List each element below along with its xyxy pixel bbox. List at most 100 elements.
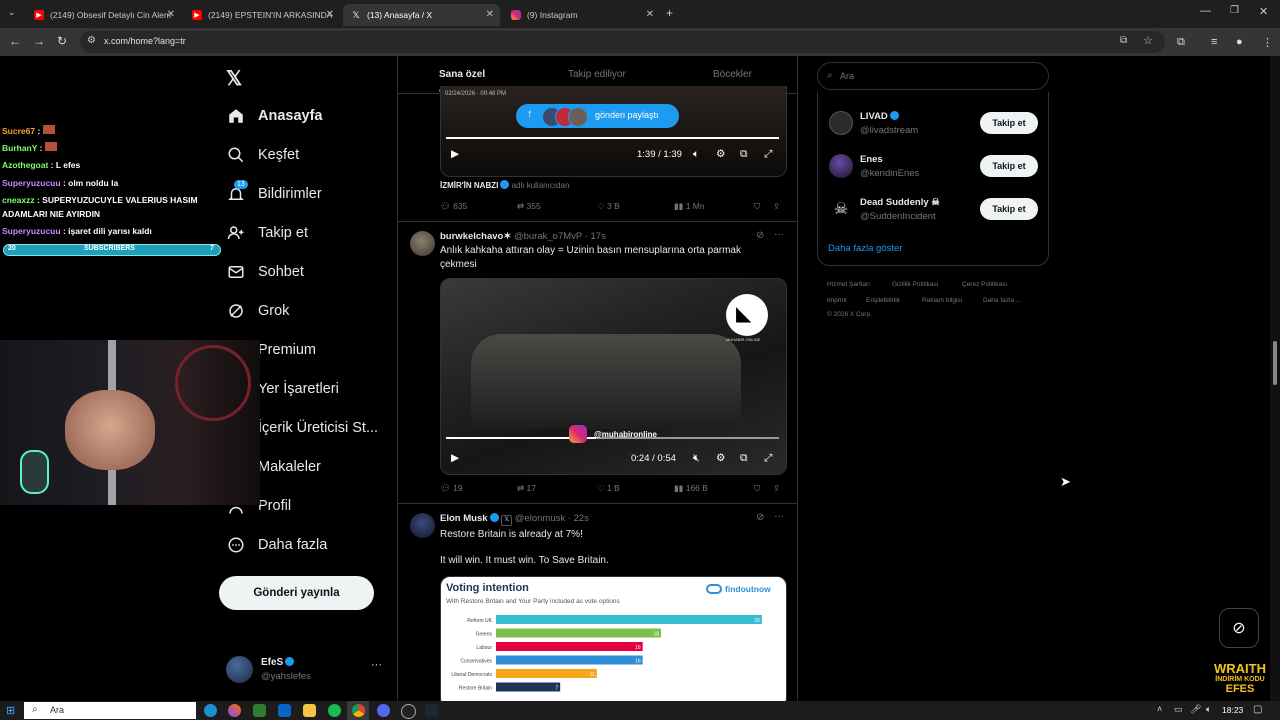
tab-bugs[interactable]: Böcekler xyxy=(713,69,752,80)
follow-suggestion-name[interactable]: Dead Suddenly ☠ xyxy=(860,197,940,208)
bookmark-icon[interactable]: ⛉ xyxy=(754,483,760,494)
nav-chat[interactable]: Sohbet xyxy=(226,262,304,282)
reply-button[interactable]: 💬︎ 635 xyxy=(440,201,467,212)
tab-youtube-2[interactable]: ▶ (2149) EPSTEIN'IN ARKASINDA ✕ xyxy=(184,4,340,26)
footer-link[interactable]: Daha fazla ... xyxy=(983,297,1021,304)
follow-suggestion-name[interactable]: Enes xyxy=(860,154,883,165)
video-player[interactable]: 02/24/2026 · 00:48 PM ↑ gönderi paylaştı… xyxy=(440,86,787,177)
share-icon[interactable]: ⇪ xyxy=(773,483,780,494)
obs-icon[interactable] xyxy=(401,704,416,719)
tab-youtube-1[interactable]: ▶ (2149) Obsesif Detaylı Cin Alem ✕ xyxy=(26,4,181,26)
tray-chevron-icon[interactable]: ˄ xyxy=(1157,704,1162,714)
footer-link[interactable]: Çerez Politikası xyxy=(962,281,1007,288)
notification-center-icon[interactable]: ▢ xyxy=(1253,704,1262,715)
bookmark-icon[interactable]: ⛉ xyxy=(754,201,760,212)
bookmark-star-icon[interactable]: ☆ xyxy=(1143,34,1153,47)
mute-icon[interactable]: 🔇︎ xyxy=(693,452,700,465)
nav-explore[interactable]: Keşfet xyxy=(226,145,299,165)
back-arrow-icon[interactable]: ← xyxy=(9,34,21,48)
install-app-icon[interactable]: ⧉ xyxy=(1120,35,1127,46)
forward-arrow-icon[interactable]: → xyxy=(33,34,45,48)
more-icon[interactable]: ··· xyxy=(774,511,784,522)
video-player[interactable]: ◣ MUHABIR ONLINE @muhabironline ▶ 0:24 /… xyxy=(440,278,787,475)
close-icon[interactable]: ✕ xyxy=(646,9,654,20)
avatar[interactable] xyxy=(829,154,853,178)
account-switcher[interactable]: EfeS @yahslefes ··· xyxy=(226,656,386,686)
search-input[interactable]: ⌕ Ara xyxy=(817,62,1049,90)
pip-icon[interactable]: ⧉ xyxy=(740,148,748,161)
author-name[interactable]: burwkelchavo✶ xyxy=(440,231,511,242)
tab-search-icon[interactable]: ⌄ xyxy=(8,7,16,18)
edge-icon[interactable] xyxy=(204,704,217,717)
repost-button[interactable]: ⇄ 355 xyxy=(517,201,541,212)
image-card[interactable]: Voting intention With Restore Britain an… xyxy=(440,576,787,701)
window-close-button[interactable]: ✕ xyxy=(1259,5,1268,18)
discord-icon[interactable] xyxy=(377,704,390,717)
author-handle[interactable]: @elonmusk xyxy=(515,513,565,524)
nav-follow[interactable]: Takip et xyxy=(226,223,308,243)
grok-icon[interactable]: ⊘ xyxy=(756,230,764,241)
chrome-icon[interactable] xyxy=(352,704,365,717)
copilot-icon[interactable] xyxy=(228,704,241,717)
footer-link[interactable]: Reklam bilgisi xyxy=(922,297,962,304)
tray-mic-icon[interactable]: 🎤︎ xyxy=(1190,704,1201,715)
menu-kebab-icon[interactable]: ⋮ xyxy=(1262,36,1273,49)
share-pill[interactable]: ↑ gönderi paylaştı xyxy=(516,104,679,128)
volume-icon[interactable]: 🔈︎ xyxy=(693,148,699,161)
follow-button[interactable]: Takip et xyxy=(980,155,1038,177)
settings-gear-icon[interactable]: ⚙ xyxy=(716,148,725,160)
fullscreen-icon[interactable]: ⤢ xyxy=(764,148,772,161)
fullscreen-icon[interactable]: ⤢ xyxy=(764,452,772,465)
repost-button[interactable]: ⇄ 17 xyxy=(517,483,536,494)
follow-suggestion-name[interactable]: LIVAD xyxy=(860,111,899,122)
like-button[interactable]: ♡ 3 B xyxy=(597,201,620,212)
author-name[interactable]: Elon Musk xyxy=(440,513,488,524)
nav-notifications[interactable]: 13 Bildirimler xyxy=(226,180,322,204)
more-icon[interactable]: ··· xyxy=(774,229,784,240)
show-more-link[interactable]: Daha fazla göster xyxy=(828,243,902,254)
close-icon[interactable]: ✕ xyxy=(486,9,494,20)
footer-link[interactable]: Erişilebilirlik xyxy=(866,297,900,304)
post-button[interactable]: Gönderi yayınla xyxy=(219,576,374,610)
avatar[interactable] xyxy=(410,513,435,538)
tab-for-you[interactable]: Sana özel xyxy=(439,69,485,80)
profile-avatar-icon[interactable]: ● xyxy=(1236,36,1243,48)
clock[interactable]: 18:23 xyxy=(1222,705,1243,715)
steam-icon[interactable] xyxy=(425,704,438,717)
restore-button[interactable]: ❐ xyxy=(1230,5,1239,16)
address-bar[interactable]: ⚙ x.com/home?lang=tr ⧉ ☆ xyxy=(80,31,1165,53)
grok-floating-button[interactable]: ⊘ xyxy=(1219,608,1259,648)
extensions-icon[interactable]: ⧉ xyxy=(1177,36,1185,49)
x-logo-icon[interactable]: 𝕏 xyxy=(226,66,242,91)
new-tab-button[interactable]: + xyxy=(666,6,673,20)
tab-instagram[interactable]: (9) Instagram ✕ xyxy=(503,4,660,26)
play-icon[interactable]: ▶ xyxy=(451,452,459,464)
windows-start-icon[interactable]: ⊞ xyxy=(6,704,15,717)
views-button[interactable]: ▮▮ 1 Mn xyxy=(674,201,705,212)
video-progress[interactable] xyxy=(446,137,779,139)
pip-icon[interactable]: ⧉ xyxy=(740,452,748,465)
footer-link[interactable]: Gizlilik Politikası xyxy=(892,281,939,288)
site-info-icon[interactable]: ⚙ xyxy=(87,35,96,46)
scrollbar[interactable] xyxy=(1270,56,1280,701)
avatar[interactable] xyxy=(829,111,853,135)
close-icon[interactable]: ✕ xyxy=(167,9,175,20)
post-time[interactable]: 22s xyxy=(574,513,589,524)
follow-button[interactable]: Takip et xyxy=(980,198,1038,220)
footer-link[interactable]: Hizmet Şartları xyxy=(827,281,870,288)
nav-grok[interactable]: Grok xyxy=(226,301,289,321)
avatar[interactable] xyxy=(410,231,435,256)
play-icon[interactable]: ▶ xyxy=(451,148,459,160)
tray-monitor-icon[interactable]: ▭ xyxy=(1174,704,1183,715)
grok-icon[interactable]: ⊘ xyxy=(756,512,764,523)
follow-button[interactable]: Takip et xyxy=(980,112,1038,134)
spotify-icon[interactable] xyxy=(328,704,341,717)
skull-avatar-icon[interactable]: ☠ xyxy=(829,197,853,221)
minimize-button[interactable]: — xyxy=(1200,5,1211,17)
share-icon[interactable]: ⇪ xyxy=(773,201,780,212)
author-handle[interactable]: @burak_o7MvP xyxy=(514,231,582,242)
tray-volume-icon[interactable]: 🔈︎ xyxy=(1206,704,1211,715)
source-name[interactable]: İZMİR'İN NABZI xyxy=(440,181,498,190)
like-button[interactable]: ♡ 1 B xyxy=(597,483,620,494)
close-icon[interactable]: ✕ xyxy=(326,9,334,20)
